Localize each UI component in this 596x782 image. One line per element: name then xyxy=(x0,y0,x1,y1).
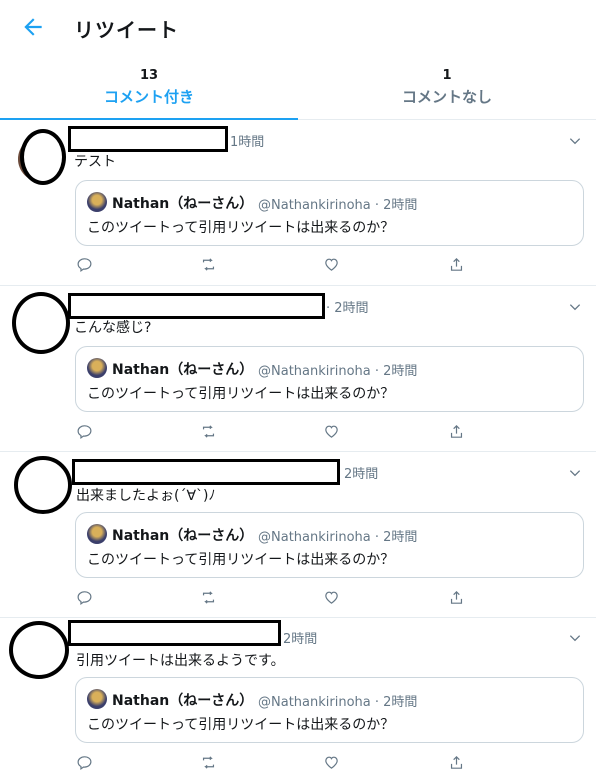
redacted-username xyxy=(68,126,228,152)
quoted-name: Nathan（ねーさん） xyxy=(112,528,254,544)
chevron-down-icon[interactable] xyxy=(568,630,582,644)
share-icon[interactable] xyxy=(448,754,466,772)
redacted-username xyxy=(68,620,281,646)
tab-with-comments[interactable]: 13 コメント付き xyxy=(0,58,298,120)
quoted-handle: @Nathankirinoha · 2時間 xyxy=(258,364,418,379)
retweet-icon[interactable] xyxy=(200,589,218,607)
reply-icon[interactable] xyxy=(76,256,94,274)
heart-icon[interactable] xyxy=(323,589,341,607)
quoted-tweet[interactable]: Nathan（ねーさん） @Nathankirinoha · 2時間 このツイー… xyxy=(75,180,584,246)
quoted-handle: @Nathankirinoha · 2時間 xyxy=(258,198,418,213)
tweet-item[interactable]: 1時間 テスト Nathan（ねーさん） @Nathankirinoha · 2… xyxy=(0,120,596,286)
reply-icon[interactable] xyxy=(76,423,94,441)
tweet-item[interactable]: 2時間 出来ましたよぉ(´∀`)ﾉ Nathan（ねーさん） @Nathanki… xyxy=(0,452,596,618)
chevron-down-icon[interactable] xyxy=(568,299,582,313)
retweet-icon[interactable] xyxy=(200,256,218,274)
tweet-text: 出来ましたよぉ(´∀`)ﾉ xyxy=(76,488,216,504)
tab-label: コメント付き xyxy=(103,88,194,106)
tweet-actions xyxy=(76,423,476,441)
tab-count: 1 xyxy=(442,68,452,83)
redaction-circle xyxy=(14,456,72,514)
heart-icon[interactable] xyxy=(323,256,341,274)
quoted-avatar xyxy=(87,358,107,378)
tab-count: 13 xyxy=(139,68,159,83)
quoted-avatar xyxy=(87,689,107,709)
tweet-text: テスト xyxy=(74,154,116,170)
share-icon[interactable] xyxy=(448,423,466,441)
reply-icon[interactable] xyxy=(76,589,94,607)
share-icon[interactable] xyxy=(448,589,466,607)
tweet-text: こんな感じ? xyxy=(74,320,152,336)
quoted-text: このツイートって引用リツイートは出来るのか？ xyxy=(87,717,395,733)
chevron-down-icon[interactable] xyxy=(568,133,582,147)
header: リツイート xyxy=(0,0,596,56)
tweet-actions xyxy=(76,256,476,274)
retweet-icon[interactable] xyxy=(200,423,218,441)
retweet-icon[interactable] xyxy=(200,754,218,772)
tweet-item[interactable]: 2時間 引用ツイートは出来るようです。 Nathan（ねーさん） @Nathan… xyxy=(0,618,596,782)
tweet-timestamp[interactable]: · 2時間 xyxy=(326,297,369,316)
redaction-circle xyxy=(20,129,66,185)
quoted-text: このツイートって引用リツイートは出来るのか？ xyxy=(87,386,395,402)
quoted-tweet[interactable]: Nathan（ねーさん） @Nathankirinoha · 2時間 このツイー… xyxy=(75,512,584,578)
tab-label: コメントなし xyxy=(401,88,492,106)
reply-icon[interactable] xyxy=(76,754,94,772)
page-title: リツイート xyxy=(74,18,179,42)
quoted-avatar xyxy=(87,524,107,544)
redaction-circle xyxy=(9,621,69,679)
redacted-username xyxy=(68,293,325,319)
quoted-tweet[interactable]: Nathan（ねーさん） @Nathankirinoha · 2時間 このツイー… xyxy=(75,677,584,743)
redaction-circle xyxy=(12,292,70,354)
tweet-text: 引用ツイートは出来るようです。 xyxy=(76,653,285,669)
redacted-username xyxy=(72,459,340,485)
chevron-down-icon[interactable] xyxy=(568,465,582,479)
tweet-timestamp[interactable]: 2時間 xyxy=(283,628,317,647)
share-icon[interactable] xyxy=(448,256,466,274)
tweet-item[interactable]: · 2時間 こんな感じ? Nathan（ねーさん） @Nathankirinoh… xyxy=(0,286,596,452)
quoted-tweet[interactable]: Nathan（ねーさん） @Nathankirinoha · 2時間 このツイー… xyxy=(75,346,584,412)
quoted-text: このツイートって引用リツイートは出来るのか？ xyxy=(87,552,395,568)
heart-icon[interactable] xyxy=(323,423,341,441)
quoted-text: このツイートって引用リツイートは出来るのか？ xyxy=(87,220,395,236)
quoted-handle: @Nathankirinoha · 2時間 xyxy=(258,530,418,545)
quoted-name: Nathan（ねーさん） xyxy=(112,693,254,709)
tweet-actions xyxy=(76,754,476,772)
quoted-name: Nathan（ねーさん） xyxy=(112,362,254,378)
tab-without-comments[interactable]: 1 コメントなし xyxy=(298,58,596,119)
retweet-tabs: 13 コメント付き 1 コメントなし xyxy=(0,58,596,120)
heart-icon[interactable] xyxy=(323,754,341,772)
quoted-handle: @Nathankirinoha · 2時間 xyxy=(258,695,418,710)
quoted-name: Nathan（ねーさん） xyxy=(112,196,254,212)
tweet-actions xyxy=(76,589,476,607)
back-arrow-icon[interactable] xyxy=(20,14,46,40)
quoted-avatar xyxy=(87,192,107,212)
tweet-timestamp[interactable]: 2時間 xyxy=(344,463,378,482)
tweet-timestamp[interactable]: 1時間 xyxy=(230,131,264,150)
